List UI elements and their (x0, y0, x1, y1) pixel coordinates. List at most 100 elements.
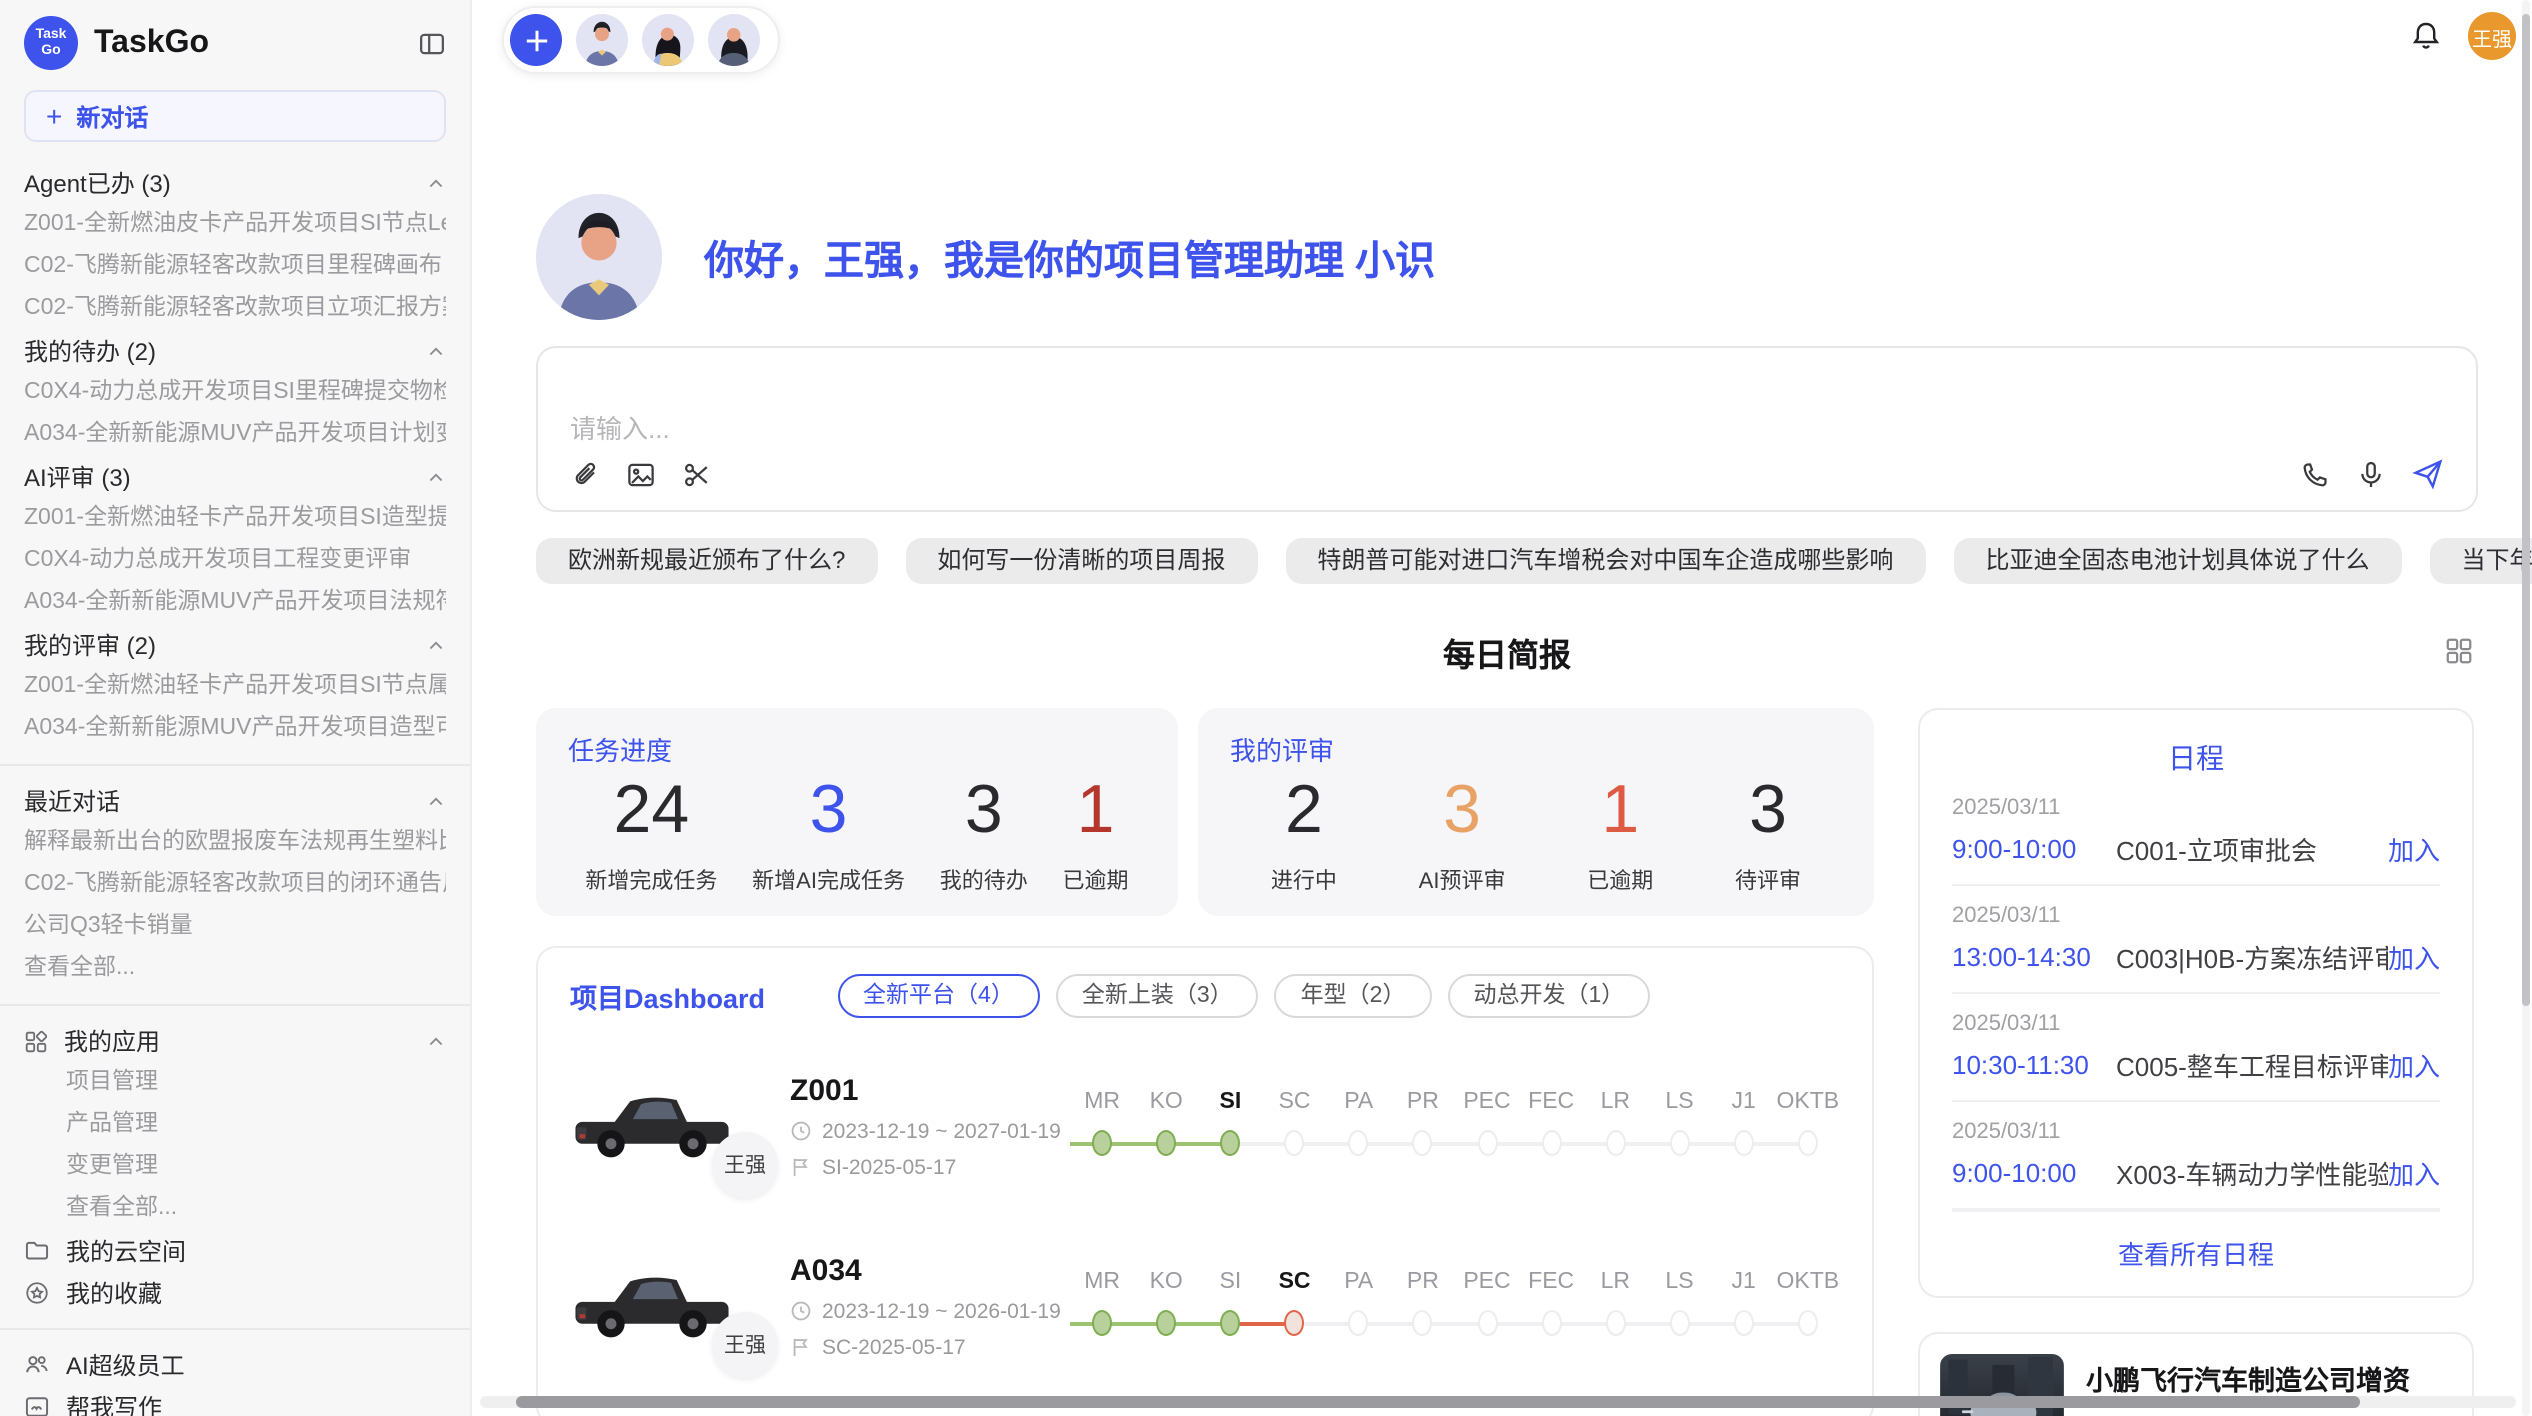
project-row[interactable]: 王强 Z001 2023-12-19 ~ 2027-01-19 (570, 1054, 1840, 1198)
send-icon[interactable] (2412, 458, 2444, 490)
microphone-icon[interactable] (2356, 459, 2386, 489)
filter-tab[interactable]: 动总开发（1） (1447, 974, 1650, 1018)
suggestion-chip[interactable]: 如何写一份清晰的项目周报 (905, 538, 1257, 584)
new-chat-label: 新对话 (76, 99, 148, 133)
milestone-dot (1413, 1309, 1433, 1335)
event-title: C005-整车工程目标评审 (2116, 1046, 2388, 1084)
chat-input[interactable]: 请输入... (570, 408, 2444, 446)
chevron-up-icon[interactable] (426, 341, 446, 361)
task-progress-card: 任务进度 24 新增完成任务 3 新增AI完成任务 (536, 708, 1178, 916)
chevron-up-icon[interactable] (426, 467, 446, 487)
list-item[interactable]: Z001-全新燃油轻卡产品开发项目SI造型提交物评审 (24, 498, 446, 540)
section-my-review[interactable]: 我的评审 (2) (24, 624, 446, 666)
main-area: 王强 你好，王强，我是你的项目管理助理 小识 请输入... (472, 0, 2532, 1416)
suggestion-chip[interactable]: 比亚迪全固态电池计划具体说了什么 (1953, 538, 2401, 584)
briefing-header: 每日简报 (536, 628, 2478, 676)
join-link[interactable]: 加入 (2388, 938, 2440, 976)
list-item[interactable]: Z001-全新燃油轻卡产品开发项目SI节点属性5D文件评审 (24, 666, 446, 708)
milestone-dot (1413, 1129, 1433, 1155)
sidebar-item-writing[interactable]: 帮我写作 (24, 1386, 446, 1416)
horizontal-scrollbar-track[interactable] (480, 1396, 2516, 1408)
milestone-label: OKTB (1776, 1089, 1840, 1113)
join-link[interactable]: 加入 (2388, 830, 2440, 868)
project-dates: 2023-12-19 ~ 2026-01-19 (822, 1299, 1061, 1323)
greeting-row: 你好，王强，我是你的项目管理助理 小识 (536, 194, 2478, 320)
sidebar-item-favorites[interactable]: 我的收藏 (24, 1272, 446, 1314)
plus-icon: + (46, 100, 62, 132)
join-link[interactable]: 加入 (2388, 1154, 2440, 1192)
list-item[interactable]: 公司Q3轻卡销量 (24, 906, 446, 948)
divider (0, 1004, 470, 1006)
suggestion-chip[interactable]: 特朗普可能对进口汽车增税会对中国车企造成哪些影响 (1285, 538, 1925, 584)
filter-tab[interactable]: 全新上装（3） (1056, 974, 1259, 1018)
people-icon (24, 1352, 50, 1378)
chevron-up-icon[interactable] (426, 173, 446, 193)
chat-input-card[interactable]: 请输入... (536, 346, 2478, 512)
event-date: 2025/03/11 (1952, 796, 2440, 820)
view-all-schedule-link[interactable]: 查看所有日程 (1952, 1210, 2440, 1296)
milestone-dot (1156, 1309, 1176, 1335)
section-recent-chats[interactable]: 最近对话 (24, 780, 446, 822)
divider (0, 1328, 470, 1330)
milestone-label: OKTB (1776, 1269, 1840, 1293)
list-item[interactable]: Z001-全新燃油皮卡产品开发项目SI节点Lesson Learn报告 (24, 204, 446, 246)
card-title: 任务进度 (568, 730, 1146, 768)
chevron-up-icon[interactable] (426, 1031, 446, 1051)
new-chat-button[interactable]: + 新对话 (24, 90, 446, 142)
filter-tab[interactable]: 年型（2） (1275, 974, 1432, 1018)
horizontal-scrollbar-thumb[interactable] (516, 1396, 2360, 1408)
list-item[interactable]: A034-全新新能源MUV产品开发项目法规符合性评审 (24, 582, 446, 624)
project-name: Z001 (790, 1073, 1050, 1107)
sidebar-collapse-icon[interactable] (418, 29, 446, 57)
list-item[interactable]: C0X4-动力总成开发项目SI里程碑提交物检查 (24, 372, 446, 414)
milestone-dot (1349, 1309, 1369, 1335)
view-all-recent[interactable]: 查看全部... (24, 948, 446, 990)
stat: 3 新增AI完成任务 (752, 772, 905, 896)
sidebar-item-project-mgmt[interactable]: 项目管理 (24, 1062, 446, 1104)
dashboard-title: 项目Dashboard (570, 976, 765, 1016)
list-item[interactable]: C0X4-动力总成开发项目工程变更评审 (24, 540, 446, 582)
section-agent-done[interactable]: Agent已办 (3) (24, 162, 446, 204)
layout-grid-icon[interactable] (2444, 636, 2474, 666)
scissors-icon[interactable] (682, 459, 712, 489)
section-my-todo[interactable]: 我的待办 (2) (24, 330, 446, 372)
milestone-label: LS (1647, 1089, 1711, 1113)
stat-label: 新增AI完成任务 (752, 864, 905, 896)
sidebar-item-label: 帮我写作 (66, 1390, 162, 1416)
sidebar-item-product-mgmt[interactable]: 产品管理 (24, 1104, 446, 1146)
right-column: 日程 2025/03/11 9:00-10:00 C001-立项审批会 加入 2… (1918, 708, 2474, 1416)
project-row[interactable]: 王强 A034 2023-12-19 ~ 2026-01-19 (570, 1234, 1840, 1378)
list-item[interactable]: C02-飞腾新能源轻客改款项目里程碑画布 (24, 246, 446, 288)
milestone-dot (1285, 1309, 1305, 1335)
section-my-apps[interactable]: 我的应用 (24, 1020, 446, 1062)
list-item[interactable]: A034-全新新能源MUV产品开发项目计划变更表编写 (24, 414, 446, 456)
milestone-label: LS (1647, 1269, 1711, 1293)
section-ai-review[interactable]: AI评审 (3) (24, 456, 446, 498)
suggestion-chip[interactable]: 欧洲新规最近颁布了什么? (536, 538, 877, 584)
list-item[interactable]: C02-飞腾新能源轻客改款项目立项汇报方案 (24, 288, 446, 330)
list-item[interactable]: C02-飞腾新能源轻客改款项目的闭环通告反馈情况 (24, 864, 446, 906)
suggestion-chip[interactable]: 当下年轻人对汽车外观有怎样的喜好趋势 (2429, 538, 2532, 584)
sidebar-item-change-mgmt[interactable]: 变更管理 (24, 1146, 446, 1188)
chevron-up-icon[interactable] (426, 791, 446, 811)
view-all-apps[interactable]: 查看全部... (24, 1188, 446, 1230)
event-date: 2025/03/11 (1952, 1012, 2440, 1036)
sidebar-item-cloud-space[interactable]: 我的云空间 (24, 1230, 446, 1272)
join-link[interactable]: 加入 (2388, 1046, 2440, 1084)
assistant-avatar (536, 194, 662, 320)
milestone-timeline: MRKOSISCPAPRPECFECLRLSJ1OKTB (1070, 1089, 1840, 1163)
sidebar-item-label: 我的云空间 (66, 1234, 186, 1268)
vertical-scrollbar-thumb[interactable] (2521, 14, 2530, 1006)
chevron-up-icon[interactable] (426, 635, 446, 655)
milestone-label: LR (1583, 1269, 1647, 1293)
paperclip-icon[interactable] (570, 459, 600, 489)
milestone-label: SC (1262, 1089, 1326, 1113)
card-title: 我的评审 (1230, 730, 1842, 768)
image-icon[interactable] (626, 459, 656, 489)
milestone-dot (1349, 1129, 1369, 1155)
filter-tab[interactable]: 全新平台（4） (837, 974, 1040, 1018)
list-item[interactable]: A034-全新新能源MUV产品开发项目造型可行性评审 (24, 708, 446, 750)
list-item[interactable]: 解释最新出台的欧盟报废车法规再生塑料比例被调至15%... (24, 822, 446, 864)
sidebar-item-ai-staff[interactable]: AI超级员工 (24, 1344, 446, 1386)
phone-icon[interactable] (2300, 459, 2330, 489)
